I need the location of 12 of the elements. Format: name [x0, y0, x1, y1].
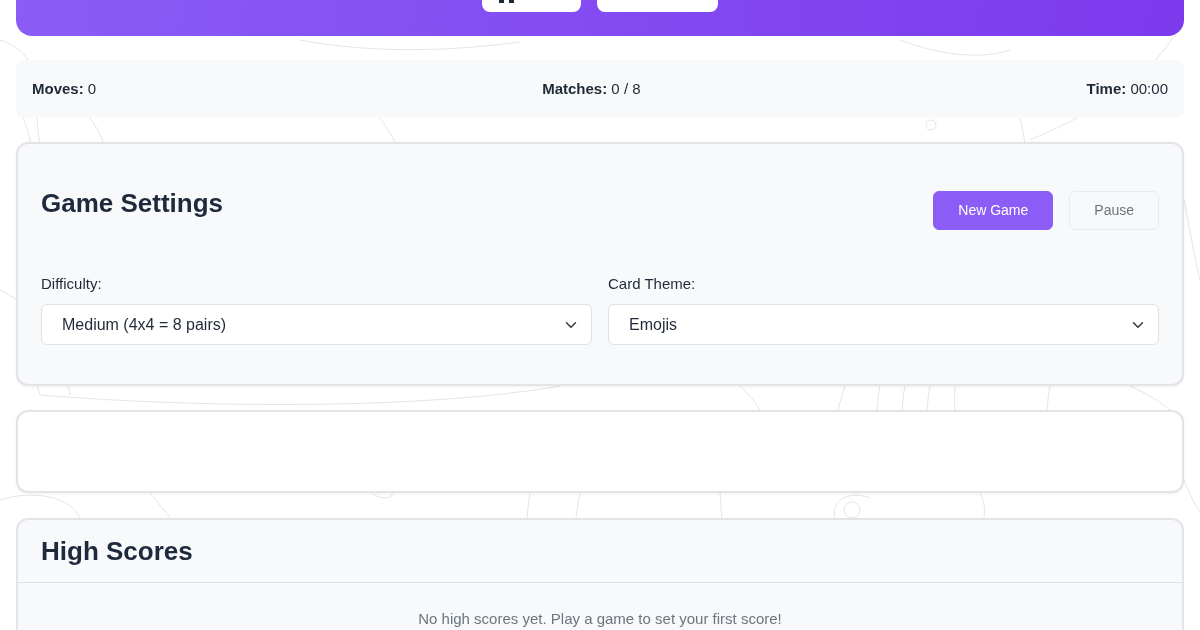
stat-text: Moves: 0 — [32, 78, 97, 99]
new-game-button[interactable]: New Game — [933, 191, 1054, 230]
theme-select[interactable]: Emojis — [608, 304, 1159, 345]
field-label: Card Theme: — [608, 274, 696, 294]
glyph-icon — [499, 0, 514, 3]
panel-title: High Scores — [41, 535, 193, 567]
empty-message: No high scores yet. Play a game to set your first score! — [418, 610, 782, 627]
panel-title: Game Settings — [41, 188, 224, 219]
stat-text: Time: 00:00 — [1086, 78, 1168, 99]
stat-text: Matches: 0 / 8 — [542, 78, 641, 99]
difficulty-select[interactable]: Medium (4x4 = 8 pairs) — [41, 304, 592, 345]
field-label: Difficulty: — [41, 274, 102, 294]
